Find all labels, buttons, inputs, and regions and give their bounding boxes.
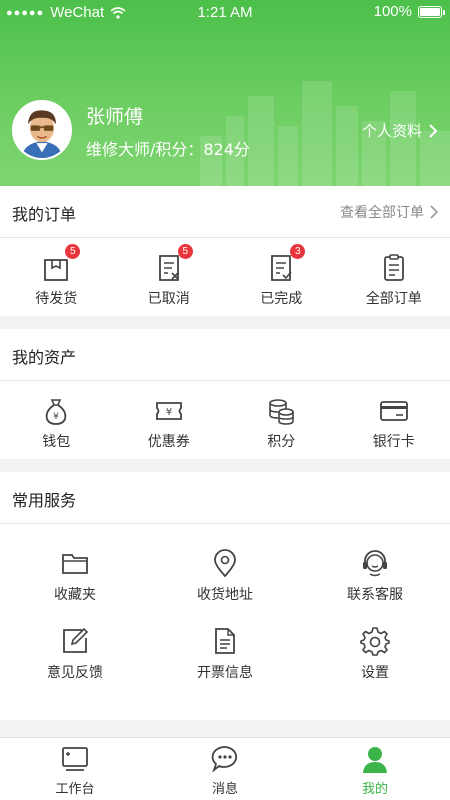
service-item-label: 意见反馈 xyxy=(47,665,103,681)
order-item-all[interactable]: 全部订单 xyxy=(338,238,450,316)
asset-item-coupon[interactable]: ¥ 优惠券 xyxy=(113,381,226,459)
tab-label: 消息 xyxy=(211,782,238,797)
money-bag-icon: ¥ xyxy=(46,399,67,425)
order-badge: 5 xyxy=(65,244,81,259)
battery-percent: 100% xyxy=(373,3,412,20)
asset-item-label: 银行卡 xyxy=(372,434,415,450)
asset-item-wallet[interactable]: ¥ 钱包 xyxy=(0,381,113,459)
service-item-feedback[interactable]: 意见反馈 xyxy=(0,626,150,702)
user-icon xyxy=(363,747,387,773)
asset-item-label: 积分 xyxy=(267,434,296,450)
svg-text:¥: ¥ xyxy=(166,407,172,418)
user-level-points: 维修大师/积分：824分 xyxy=(86,140,250,159)
gear-icon xyxy=(360,627,390,656)
order-item-label: 待发货 xyxy=(35,291,78,307)
avatar-illustration-icon xyxy=(14,102,70,158)
assets-title: 我的资产 xyxy=(12,348,77,367)
bottom-tab-bar: 工作台 消息 我的 xyxy=(0,737,450,800)
coupon-icon: ¥ xyxy=(155,402,182,420)
service-item-settings[interactable]: 设置 xyxy=(300,626,450,702)
order-item-pending-shipment[interactable]: 5 待发货 xyxy=(0,238,113,316)
service-item-label: 收藏夹 xyxy=(54,587,96,603)
order-item-label: 已完成 xyxy=(260,291,303,307)
tab-label: 工作台 xyxy=(55,782,95,797)
chevron-right-icon xyxy=(430,205,438,219)
service-item-label: 设置 xyxy=(361,665,389,681)
tab-label: 我的 xyxy=(361,782,388,797)
service-item-customer-service[interactable]: 联系客服 xyxy=(300,548,450,624)
assets-grid: ¥ 钱包 ¥ 优惠券 积分 银行卡 xyxy=(0,381,450,459)
status-bar: ●●●●● WeChat 1:21 AM 100% xyxy=(0,0,450,24)
profile-details-link[interactable]: 个人资料 xyxy=(362,120,438,141)
order-badge: 5 xyxy=(177,244,193,259)
services-grid: 收藏夹 收货地址 联系客服 意见反馈 开票信息 设置 xyxy=(0,524,450,720)
service-item-label: 收货地址 xyxy=(197,587,253,603)
order-item-completed[interactable]: 3 已完成 xyxy=(225,238,338,316)
clipboard-icon xyxy=(383,254,404,281)
user-name: 张师傅 xyxy=(86,106,144,128)
tab-messages[interactable]: 消息 xyxy=(150,738,300,800)
view-all-orders-label: 查看全部订单 xyxy=(340,205,424,221)
document-icon xyxy=(215,628,235,654)
chevron-right-icon xyxy=(429,123,438,138)
asset-item-bank-card[interactable]: 银行卡 xyxy=(338,381,450,459)
svg-text:¥: ¥ xyxy=(53,412,59,422)
asset-item-points[interactable]: 积分 xyxy=(225,381,338,459)
asset-item-label: 钱包 xyxy=(42,434,71,450)
order-badge: 3 xyxy=(290,244,306,259)
customer-service-icon xyxy=(363,550,387,577)
tab-workbench[interactable]: 工作台 xyxy=(0,738,150,800)
service-item-address[interactable]: 收货地址 xyxy=(150,548,300,624)
order-item-label: 全部订单 xyxy=(365,291,422,307)
service-item-label: 联系客服 xyxy=(347,587,403,603)
workbench-icon xyxy=(62,747,88,771)
location-pin-icon xyxy=(214,549,236,578)
asset-item-label: 优惠券 xyxy=(147,434,190,450)
folder-icon xyxy=(62,554,88,574)
view-all-orders-link[interactable]: 查看全部订单 xyxy=(340,202,438,222)
message-icon xyxy=(211,746,238,773)
orders-title: 我的订单 xyxy=(12,205,77,224)
service-item-label: 开票信息 xyxy=(197,665,253,681)
profile-link-label: 个人资料 xyxy=(361,122,422,140)
profile-header: ●●●●● WeChat 1:21 AM 100% 张师傅 维修大师/积分：82… xyxy=(0,0,450,186)
service-item-favorites[interactable]: 收藏夹 xyxy=(0,548,150,624)
battery-icon xyxy=(418,5,445,18)
services-title: 常用服务 xyxy=(12,491,77,510)
bank-card-icon xyxy=(379,401,408,421)
order-item-label: 已取消 xyxy=(147,291,190,307)
tab-mine[interactable]: 我的 xyxy=(300,738,450,800)
services-header: 常用服务 xyxy=(0,472,450,524)
order-item-cancelled[interactable]: 5 已取消 xyxy=(113,238,226,316)
orders-grid: 5 待发货 5 已取消 3 已完成 全部订单 xyxy=(0,238,450,316)
coins-icon xyxy=(269,399,295,425)
avatar[interactable] xyxy=(12,100,72,160)
edit-icon xyxy=(63,627,89,653)
orders-header: 我的订单 查看全部订单 xyxy=(0,186,450,238)
assets-header: 我的资产 xyxy=(0,329,450,381)
service-item-invoice[interactable]: 开票信息 xyxy=(150,626,300,702)
